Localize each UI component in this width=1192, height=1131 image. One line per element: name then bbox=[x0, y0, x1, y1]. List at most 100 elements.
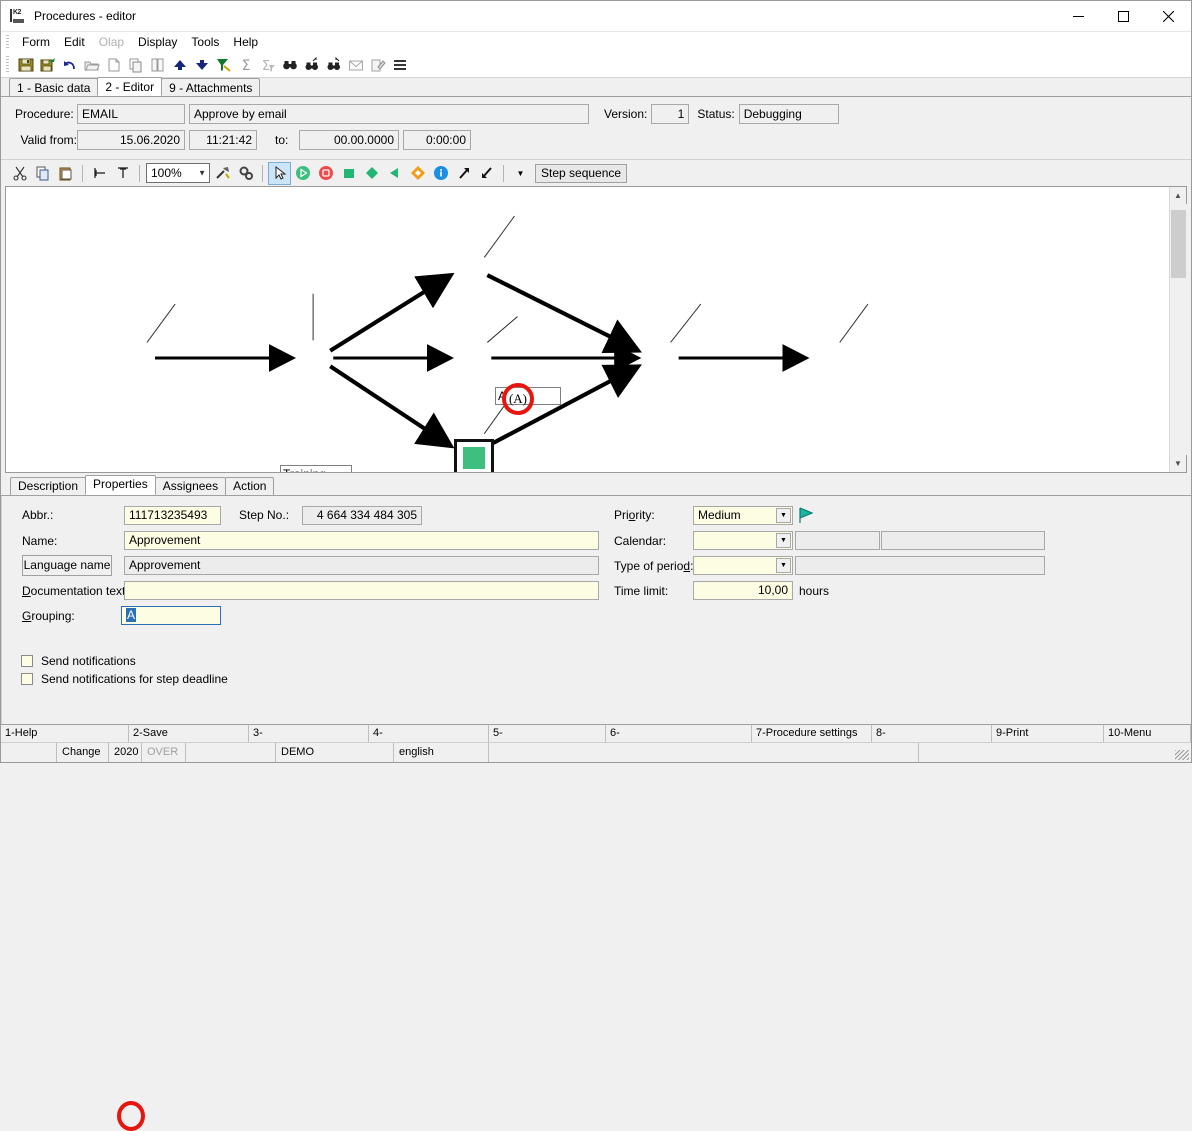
align-top-icon[interactable] bbox=[112, 163, 133, 184]
menu-edit[interactable]: Edit bbox=[57, 33, 92, 51]
send-notifications-checkbox[interactable] bbox=[21, 655, 33, 667]
book-icon[interactable] bbox=[147, 55, 168, 76]
menu-lines-icon[interactable] bbox=[389, 55, 410, 76]
time-limit-field[interactable]: 10,00 bbox=[693, 581, 793, 600]
fkey-6[interactable]: 6- bbox=[606, 725, 752, 742]
new-document-icon[interactable] bbox=[103, 55, 124, 76]
find-icon[interactable] bbox=[279, 55, 300, 76]
grouping-field[interactable]: A bbox=[121, 606, 221, 625]
edit-note-icon[interactable] bbox=[367, 55, 388, 76]
link-in-icon[interactable] bbox=[476, 163, 497, 184]
pointer-icon[interactable] bbox=[268, 161, 291, 185]
fkey-2-save[interactable]: 2-Save bbox=[129, 725, 249, 742]
valid-to-date-field[interactable]: 00.00.0000 bbox=[299, 129, 399, 150]
find-prev-icon[interactable] bbox=[323, 55, 344, 76]
menu-display[interactable]: Display bbox=[131, 33, 184, 51]
valid-from-time-field[interactable]: 11:21:42 bbox=[189, 129, 257, 150]
procedure-name-field[interactable]: Approve by email bbox=[189, 103, 589, 124]
move-up-icon[interactable] bbox=[169, 55, 190, 76]
procedure-code-field[interactable]: EMAIL bbox=[77, 103, 185, 124]
find-next-icon[interactable] bbox=[301, 55, 322, 76]
diagram-canvas[interactable]: Start Training requirement A (A) Approve… bbox=[6, 187, 1169, 472]
priority-flag-icon[interactable] bbox=[799, 507, 815, 527]
version-field[interactable]: 1 bbox=[651, 103, 690, 124]
fkey-8[interactable]: 8- bbox=[872, 725, 992, 742]
name-field[interactable]: Approvement bbox=[124, 531, 599, 550]
valid-to-time-field[interactable]: 0:00:00 bbox=[403, 129, 471, 150]
menu-help[interactable]: Help bbox=[226, 33, 265, 51]
send-notifications-row[interactable]: Send notifications bbox=[21, 654, 136, 668]
tab-assignees[interactable]: Assignees bbox=[154, 477, 227, 495]
fkey-7-procedure-settings[interactable]: 7-Procedure settings bbox=[752, 725, 872, 742]
fkey-10-menu[interactable]: 10-Menu bbox=[1104, 725, 1191, 742]
chevron-down-icon[interactable]: ▼ bbox=[776, 558, 791, 573]
tab-attachments[interactable]: 9 - Attachments bbox=[161, 78, 261, 96]
cut-icon[interactable] bbox=[9, 163, 30, 184]
undo-icon[interactable] bbox=[59, 55, 80, 76]
align-left-icon[interactable] bbox=[89, 163, 110, 184]
valid-from-date-field[interactable]: 15.06.2020 bbox=[77, 129, 185, 150]
paste-icon[interactable] bbox=[55, 163, 76, 184]
calendar-select[interactable]: ▼ bbox=[693, 531, 793, 550]
status-field[interactable]: Debugging bbox=[738, 103, 839, 124]
tab-properties[interactable]: Properties bbox=[85, 475, 156, 495]
move-down-icon[interactable] bbox=[191, 55, 212, 76]
settings-hammer-icon[interactable] bbox=[212, 163, 233, 184]
fkey-3[interactable]: 3- bbox=[249, 725, 369, 742]
tab-description[interactable]: Description bbox=[10, 477, 87, 495]
close-button[interactable] bbox=[1146, 1, 1191, 32]
sum-icon[interactable]: Σ bbox=[235, 55, 256, 76]
save-icon[interactable] bbox=[15, 55, 36, 76]
decision-node-icon[interactable] bbox=[361, 163, 382, 184]
menu-form[interactable]: Form bbox=[15, 33, 57, 51]
scroll-thumb[interactable] bbox=[1170, 210, 1186, 278]
menu-tools[interactable]: Tools bbox=[184, 33, 226, 51]
fkey-4[interactable]: 4- bbox=[369, 725, 489, 742]
toolbar-gripper[interactable] bbox=[6, 56, 9, 74]
back-arrow-icon[interactable] bbox=[384, 163, 405, 184]
type-of-period-select[interactable]: ▼ bbox=[693, 556, 793, 575]
open-folder-icon[interactable] bbox=[81, 55, 102, 76]
step-sequence-button[interactable]: Step sequence bbox=[535, 163, 628, 183]
documentation-text-field[interactable] bbox=[124, 581, 599, 600]
link-out-icon[interactable] bbox=[453, 163, 474, 184]
language-name-button[interactable]: Language name bbox=[22, 555, 112, 576]
menu-gripper[interactable] bbox=[6, 35, 9, 49]
info-node-icon[interactable] bbox=[430, 163, 451, 184]
mail-icon[interactable] bbox=[345, 55, 366, 76]
step-sequence-dropdown-icon[interactable]: ▼ bbox=[510, 163, 531, 184]
priority-select[interactable]: Medium ▼ bbox=[693, 506, 793, 525]
minimize-button[interactable] bbox=[1056, 1, 1101, 32]
abbr-field[interactable]: 111713235493 bbox=[124, 506, 221, 525]
fkey-9-print[interactable]: 9-Print bbox=[992, 725, 1104, 742]
fkey-5[interactable]: 5- bbox=[489, 725, 606, 742]
copy-icon[interactable] bbox=[125, 55, 146, 76]
end-node-icon[interactable] bbox=[315, 163, 336, 184]
chevron-down-icon[interactable]: ▼ bbox=[776, 533, 791, 548]
sum-filter-icon[interactable]: Σ bbox=[257, 55, 278, 76]
condition-node-icon[interactable] bbox=[407, 163, 428, 184]
tab-basic-data[interactable]: 1 - Basic data bbox=[9, 78, 99, 96]
tab-editor[interactable]: 2 - Editor bbox=[97, 77, 163, 96]
chevron-down-icon[interactable]: ▼ bbox=[776, 508, 791, 523]
fkey-1-help[interactable]: 1-Help bbox=[1, 725, 129, 742]
type-of-period-extra-field bbox=[795, 556, 1045, 575]
canvas-vertical-scrollbar[interactable]: ▲ ▼ bbox=[1169, 187, 1187, 472]
resize-grip[interactable] bbox=[1175, 750, 1189, 760]
start-node-icon[interactable] bbox=[292, 163, 313, 184]
scroll-up-icon[interactable]: ▲ bbox=[1170, 187, 1187, 204]
copy-icon[interactable] bbox=[32, 163, 53, 184]
step-node-icon[interactable] bbox=[338, 163, 359, 184]
send-notifications-deadline-row[interactable]: Send notifications for step deadline bbox=[21, 672, 228, 686]
save-as-icon[interactable] bbox=[37, 55, 58, 76]
send-notifications-deadline-checkbox[interactable] bbox=[21, 673, 33, 685]
tab-action[interactable]: Action bbox=[225, 477, 275, 495]
diagram-node-approve-top[interactable] bbox=[454, 439, 494, 472]
gears-icon[interactable] bbox=[235, 163, 256, 184]
scroll-down-icon[interactable]: ▼ bbox=[1170, 455, 1187, 472]
scroll-track[interactable] bbox=[1169, 204, 1187, 455]
zoom-select[interactable]: 100% ▼ bbox=[146, 163, 210, 183]
filter-icon[interactable] bbox=[213, 55, 234, 76]
diagram-label-training[interactable]: Training requirement bbox=[280, 465, 352, 472]
maximize-button[interactable] bbox=[1101, 1, 1146, 32]
